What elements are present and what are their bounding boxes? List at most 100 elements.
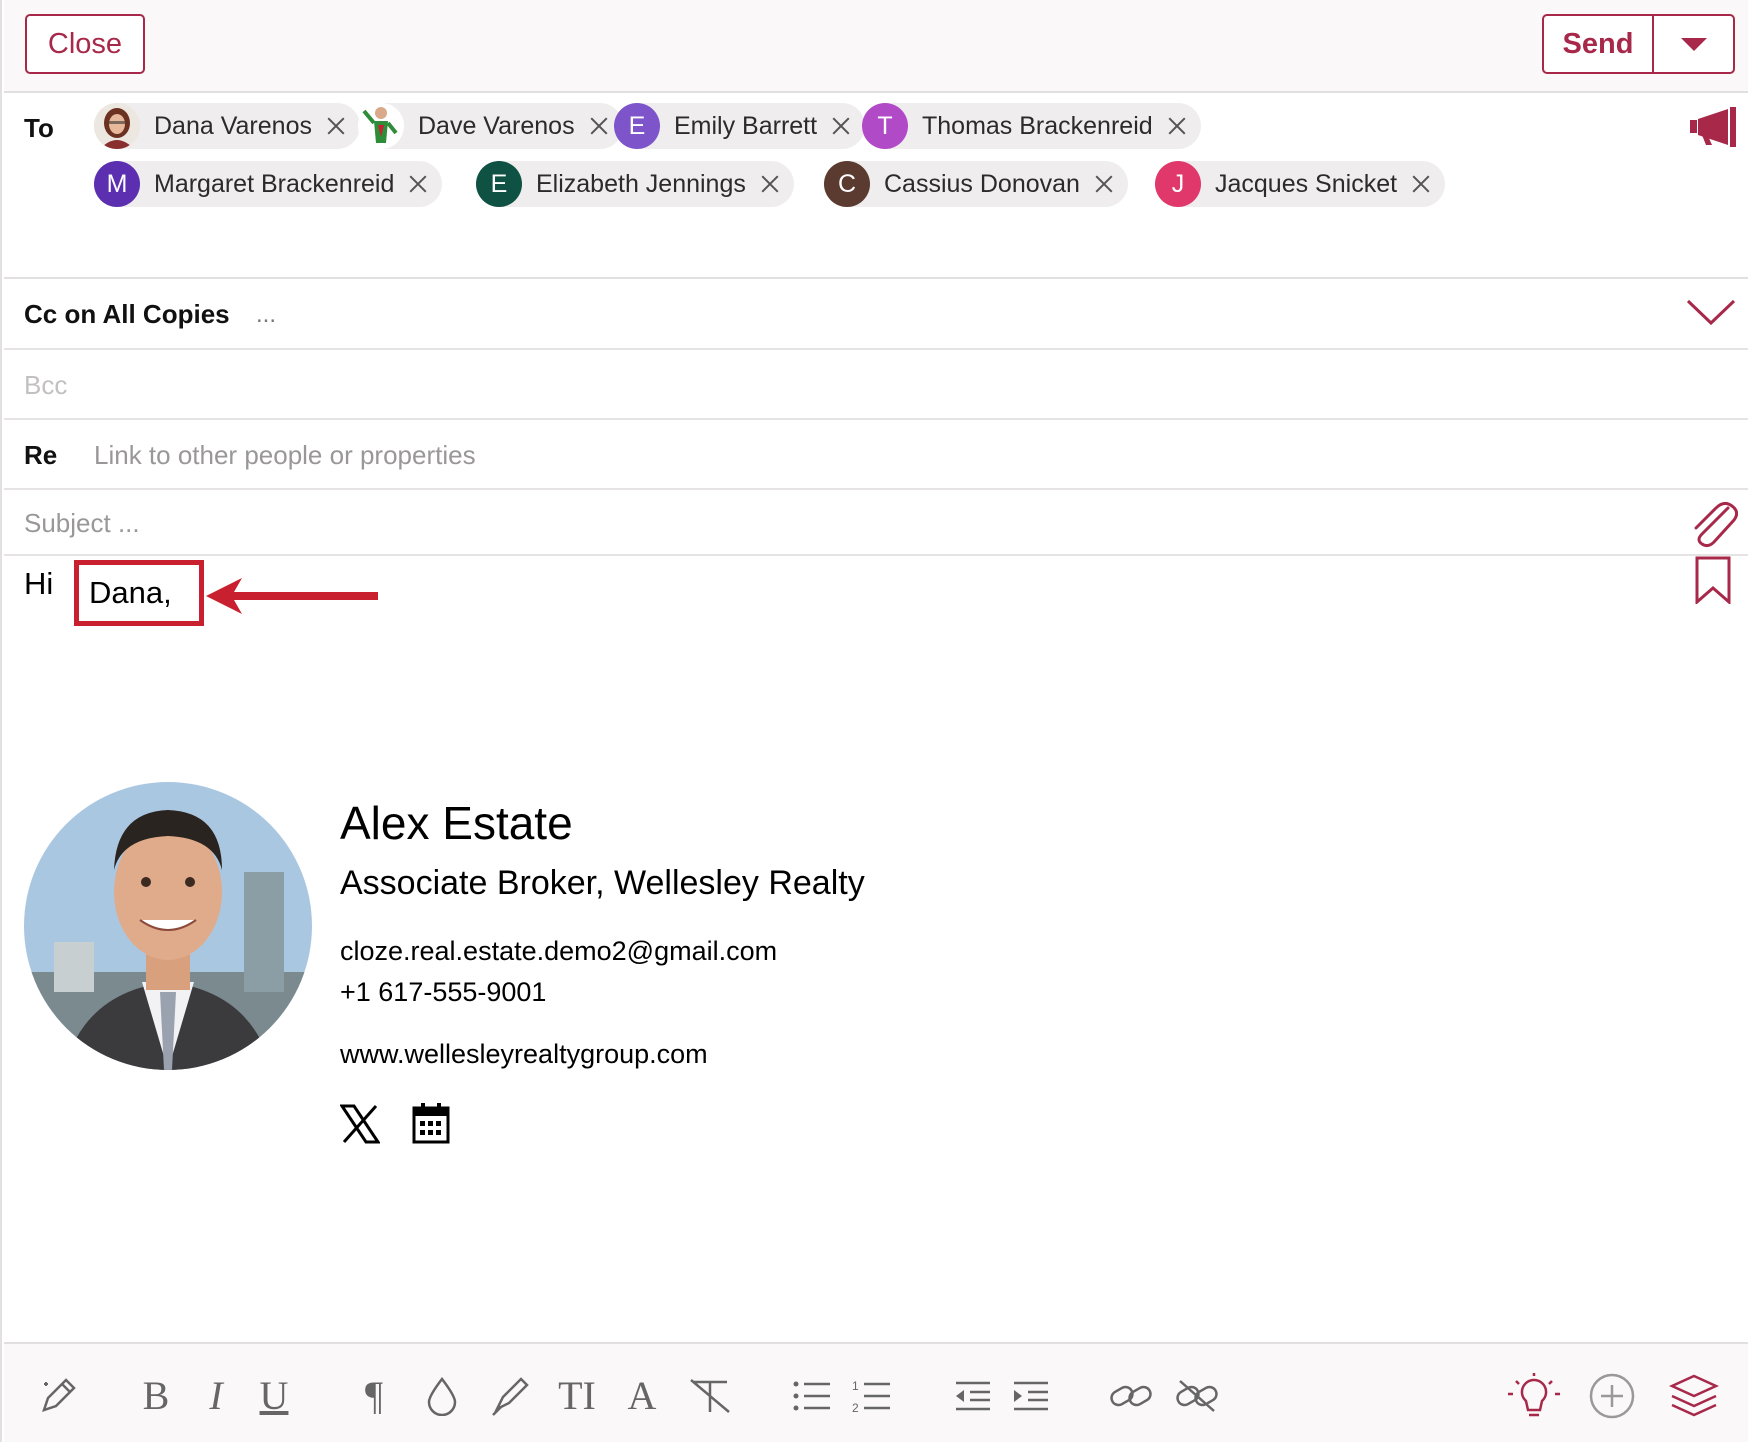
- annotation-arrow-icon: [206, 578, 378, 614]
- recipient-name: Thomas Brackenreid: [922, 111, 1153, 140]
- outdent-icon: [956, 1381, 990, 1411]
- recipient-chip[interactable]: E Emily Barrett: [614, 103, 866, 149]
- send-button[interactable]: Send: [1544, 16, 1654, 72]
- lightbulb-icon: [1508, 1373, 1560, 1417]
- link-icon: [1110, 1385, 1152, 1407]
- italic-button[interactable]: I: [198, 1372, 234, 1420]
- avatar: T: [862, 103, 908, 149]
- bold-button[interactable]: B: [136, 1372, 176, 1420]
- remove-recipient-icon[interactable]: [1411, 174, 1431, 194]
- recipient-name: Margaret Brackenreid: [154, 169, 395, 198]
- paperclip-icon[interactable]: [1688, 498, 1738, 548]
- recipient-chip[interactable]: C Cassius Donovan: [824, 161, 1128, 207]
- avatar: [94, 103, 140, 149]
- signature-title: Associate Broker, Wellesley Realty: [340, 864, 865, 902]
- droplet-icon: [427, 1376, 457, 1416]
- font-size-button[interactable]: TI: [552, 1372, 602, 1420]
- avatar: M: [94, 161, 140, 207]
- remove-recipient-icon[interactable]: [1094, 174, 1114, 194]
- send-options-dropdown[interactable]: [1654, 16, 1733, 72]
- signature-email[interactable]: cloze.real.estate.demo2@gmail.com: [340, 936, 777, 967]
- recipient-name: Jacques Snicket: [1215, 169, 1398, 198]
- to-field[interactable]: To Dana Varenos Dave Varenos E Emily Bar…: [4, 93, 1748, 279]
- numbered-list-icon: 12: [852, 1379, 890, 1414]
- svg-text:2: 2: [852, 1401, 859, 1414]
- plus-circle-icon: [1589, 1373, 1635, 1419]
- re-field: Re Link to other people or properties: [4, 420, 1748, 490]
- magic-edit-button[interactable]: [34, 1372, 82, 1420]
- ideas-button[interactable]: [1504, 1372, 1564, 1420]
- outdent-button[interactable]: [952, 1372, 992, 1420]
- remove-recipient-icon[interactable]: [589, 116, 609, 136]
- message-body-editor[interactable]: Hi Dana, Alex Estate Associate Broker, W…: [4, 556, 1748, 1342]
- font-button[interactable]: A: [624, 1372, 660, 1420]
- chevron-down-icon[interactable]: [1686, 297, 1736, 327]
- formatting-toolbar: B I U ¶ TI A 12: [4, 1342, 1748, 1442]
- recipient-name: Dana Varenos: [154, 111, 312, 140]
- text-color-button[interactable]: [422, 1372, 462, 1420]
- caret-down-icon: [1680, 38, 1707, 51]
- bulleted-list-button[interactable]: [792, 1372, 832, 1420]
- avatar: J: [1155, 161, 1201, 207]
- send-button-group: Send: [1542, 14, 1735, 74]
- greeting-hi: Hi: [24, 566, 54, 601]
- bookmark-icon[interactable]: [1694, 556, 1732, 604]
- subject-input[interactable]: Subject ...: [24, 508, 140, 539]
- bullet-list-icon: [793, 1381, 830, 1411]
- avatar: E: [614, 103, 660, 149]
- clear-formatting-button[interactable]: [686, 1372, 734, 1420]
- cc-more[interactable]: ...: [256, 301, 276, 329]
- signature-website[interactable]: www.wellesleyrealtygroup.com: [340, 1039, 708, 1070]
- remove-recipient-icon[interactable]: [1167, 116, 1187, 136]
- remove-recipient-icon[interactable]: [326, 116, 346, 136]
- bcc-input[interactable]: Bcc: [24, 370, 67, 401]
- recipient-name: Elizabeth Jennings: [536, 169, 746, 198]
- compose-header: Close Send: [4, 0, 1748, 93]
- signature-phone[interactable]: +1 617-555-9001: [340, 977, 546, 1008]
- recipient-name: Cassius Donovan: [884, 169, 1080, 198]
- layers-icon: [1668, 1374, 1720, 1417]
- subject-field[interactable]: Subject ...: [4, 490, 1748, 556]
- remove-recipient-icon[interactable]: [831, 116, 851, 136]
- calendar-icon[interactable]: [412, 1102, 450, 1144]
- megaphone-icon[interactable]: [1688, 107, 1740, 152]
- highlighter-icon: [492, 1377, 529, 1416]
- remove-recipient-icon[interactable]: [408, 174, 428, 194]
- recipient-chip[interactable]: Dave Varenos: [358, 103, 623, 149]
- numbered-list-button[interactable]: 12: [852, 1372, 892, 1420]
- close-button[interactable]: Close: [25, 14, 145, 74]
- signature-photo: [24, 782, 312, 1070]
- clear-format-icon: [690, 1379, 730, 1413]
- re-link-input[interactable]: Link to other people or properties: [94, 440, 476, 471]
- recipient-chip[interactable]: T Thomas Brackenreid: [862, 103, 1201, 149]
- remove-recipient-icon[interactable]: [760, 174, 780, 194]
- templates-button[interactable]: [1668, 1372, 1720, 1420]
- pencil-sparkle-icon: [42, 1378, 76, 1412]
- cc-field[interactable]: Cc on All Copies ...: [4, 279, 1748, 350]
- indent-icon: [1014, 1381, 1048, 1411]
- avatar: [358, 103, 404, 149]
- recipient-chip[interactable]: J Jacques Snicket: [1155, 161, 1446, 207]
- insert-link-button[interactable]: [1108, 1372, 1154, 1420]
- x-logo-icon[interactable]: [340, 1104, 380, 1144]
- re-label: Re: [24, 440, 58, 470]
- paragraph-button[interactable]: ¶: [356, 1372, 392, 1420]
- bcc-field[interactable]: Bcc: [4, 350, 1748, 420]
- email-compose-window: Close Send To Dana Varenos Dave Varenos …: [0, 0, 1748, 1442]
- underline-button[interactable]: U: [254, 1372, 294, 1420]
- remove-link-button[interactable]: [1174, 1372, 1220, 1420]
- add-button[interactable]: [1588, 1372, 1636, 1420]
- svg-text:1: 1: [852, 1379, 859, 1393]
- recipient-chip[interactable]: E Elizabeth Jennings: [476, 161, 794, 207]
- recipient-chip[interactable]: M Margaret Brackenreid: [94, 161, 443, 207]
- highlight-button[interactable]: [488, 1372, 532, 1420]
- to-label: To: [24, 113, 54, 143]
- unlink-icon: [1176, 1380, 1218, 1412]
- recipient-name: Emily Barrett: [674, 111, 818, 140]
- indent-button[interactable]: [1010, 1372, 1050, 1420]
- signature-name: Alex Estate: [340, 797, 573, 849]
- recipient-chip[interactable]: Dana Varenos: [94, 103, 360, 149]
- recipient-name: Dave Varenos: [418, 111, 575, 140]
- greeting-name-highlight: Dana,: [74, 560, 204, 626]
- cc-label: Cc on All Copies: [24, 299, 230, 329]
